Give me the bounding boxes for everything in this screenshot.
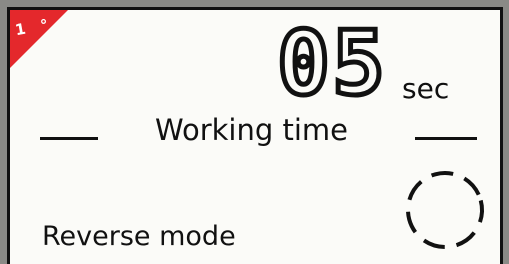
dashed-circle-icon [406,171,484,249]
timer-unit: sec [402,72,450,105]
right-divider [415,137,477,140]
working-time-label: Working time [155,113,349,147]
lcd-screen: 1 ° 05 sec Working time Reverse mode [7,7,503,264]
left-divider [40,137,98,140]
timer-value: 05 [277,14,387,110]
timer-digits: 05 [275,14,388,110]
reverse-mode-label: Reverse mode [42,221,236,252]
